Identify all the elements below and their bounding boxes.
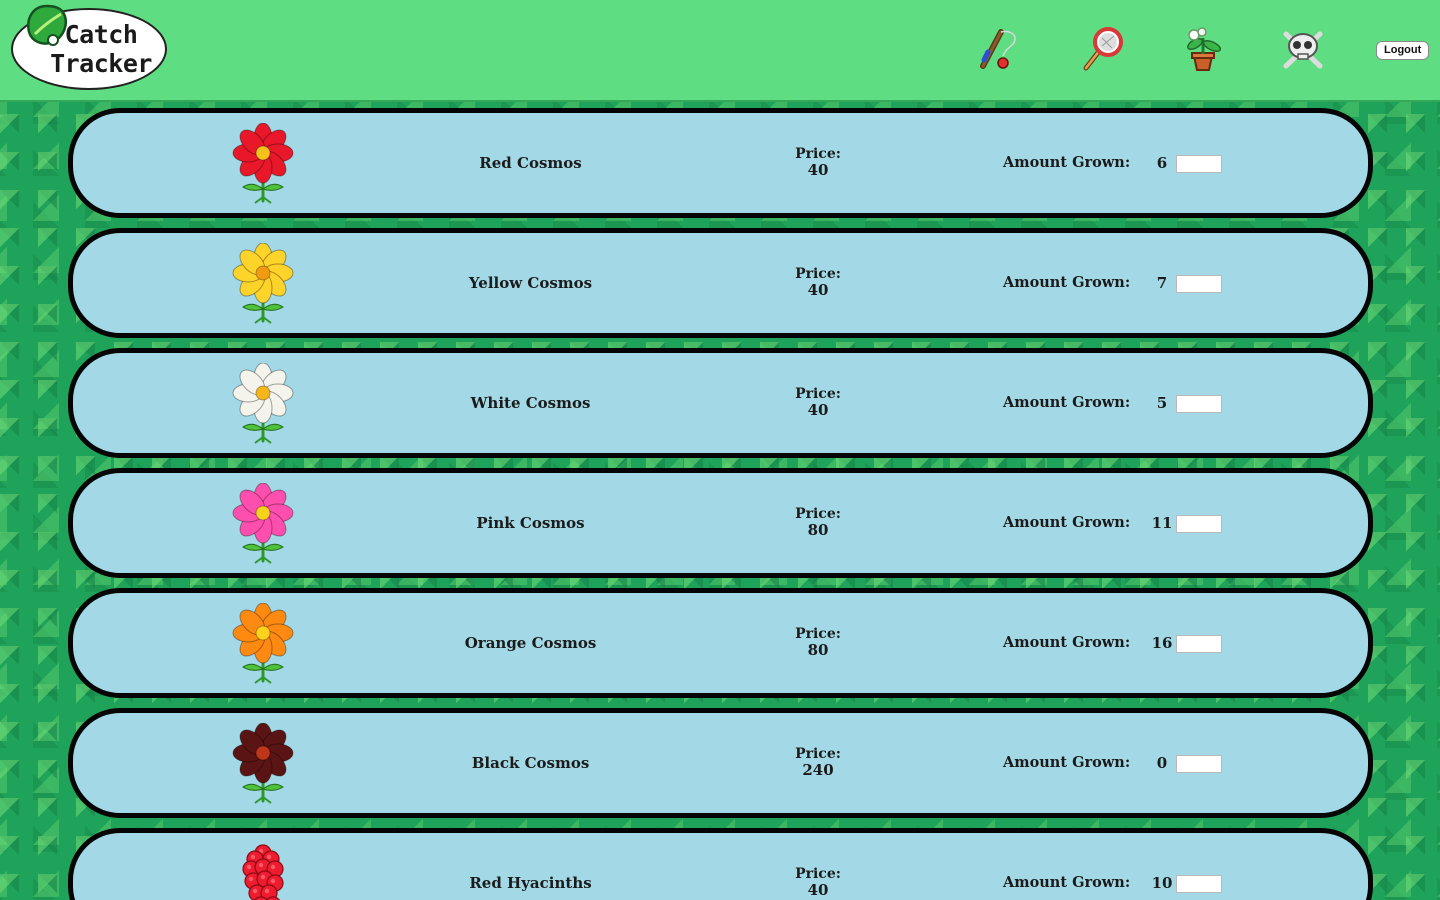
flower-name: Red Hyacinths — [469, 874, 592, 892]
price-label: Price: — [795, 746, 841, 762]
logo-line-2: Tracker — [50, 49, 152, 78]
flower-row: Yellow Cosmos Price: 40 Amount Grown: 7 — [68, 228, 1373, 338]
orange-cosmos-icon — [231, 602, 295, 685]
price-block: Price: 40 — [763, 866, 873, 898]
logo-line-1: Catch — [64, 20, 138, 49]
amount-grown-value: 16 — [1151, 634, 1173, 652]
amount-grown-input[interactable] — [1176, 515, 1222, 533]
flower-row: White Cosmos Price: 40 Amount Grown: 5 — [68, 348, 1373, 458]
red-hyacinth-icon — [231, 843, 295, 900]
amount-grown-value: 7 — [1156, 274, 1168, 292]
flower-name: Pink Cosmos — [476, 514, 585, 532]
price-label: Price: — [795, 506, 841, 522]
price-block: Price: 80 — [763, 506, 873, 538]
price-label: Price: — [795, 146, 841, 162]
pink-cosmos-icon — [231, 482, 295, 565]
amount-grown-label: Amount Grown: — [1003, 754, 1131, 771]
logout-button[interactable]: Logout — [1376, 41, 1430, 60]
price-label: Price: — [795, 386, 841, 402]
logo-text: Catch Tracker — [41, 20, 161, 78]
top-header: Catch Tracker Logout — [0, 0, 1440, 102]
amount-grown-label: Amount Grown: — [1003, 874, 1131, 891]
amount-grown-value: 11 — [1151, 514, 1173, 532]
potted-plant-icon[interactable] — [1180, 26, 1226, 72]
flower-name: White Cosmos — [470, 394, 591, 412]
amount-grown-input[interactable] — [1176, 635, 1222, 653]
amount-grown-input[interactable] — [1176, 395, 1222, 413]
red-cosmos-icon — [231, 122, 295, 205]
price-block: Price: 40 — [763, 146, 873, 178]
amount-grown-value: 0 — [1156, 754, 1168, 772]
price-block: Price: 40 — [763, 266, 873, 298]
price-value: 240 — [802, 761, 834, 779]
price-label: Price: — [795, 866, 841, 882]
catch-tracker-logo[interactable]: Catch Tracker — [11, 4, 167, 90]
price-block: Price: 40 — [763, 386, 873, 418]
amount-grown-input[interactable] — [1176, 755, 1222, 773]
amount-grown-label: Amount Grown: — [1003, 634, 1131, 651]
amount-grown-value: 6 — [1156, 154, 1168, 172]
amount-grown-input[interactable] — [1176, 275, 1222, 293]
amount-grown-value: 5 — [1156, 394, 1168, 412]
bug-net-icon[interactable] — [1080, 26, 1126, 72]
fossil-skull-icon[interactable] — [1280, 26, 1326, 72]
amount-grown-label: Amount Grown: — [1003, 394, 1131, 411]
price-label: Price: — [795, 266, 841, 282]
amount-grown-label: Amount Grown: — [1003, 274, 1131, 291]
price-block: Price: 80 — [763, 626, 873, 658]
fishing-rod-icon[interactable] — [979, 26, 1025, 72]
flower-name: Red Cosmos — [479, 154, 582, 172]
price-value: 80 — [807, 521, 829, 539]
amount-grown-input[interactable] — [1176, 875, 1222, 893]
flower-row: Red Cosmos Price: 40 Amount Grown: 6 — [68, 108, 1373, 218]
amount-grown-label: Amount Grown: — [1003, 154, 1131, 171]
white-cosmos-icon — [231, 362, 295, 445]
flower-name: Yellow Cosmos — [468, 274, 593, 292]
flower-row: Black Cosmos Price: 240 Amount Grown: 0 — [68, 708, 1373, 818]
black-cosmos-icon — [231, 722, 295, 805]
price-value: 40 — [807, 881, 829, 899]
amount-grown-input[interactable] — [1176, 155, 1222, 173]
flower-name: Black Cosmos — [471, 754, 590, 772]
price-value: 40 — [807, 401, 829, 419]
price-value: 40 — [807, 161, 829, 179]
price-block: Price: 240 — [763, 746, 873, 778]
yellow-cosmos-icon — [231, 242, 295, 325]
flower-row: Pink Cosmos Price: 80 Amount Grown: 11 — [68, 468, 1373, 578]
amount-grown-value: 10 — [1151, 874, 1173, 892]
price-label: Price: — [795, 626, 841, 642]
price-value: 40 — [807, 281, 829, 299]
flower-name: Orange Cosmos — [464, 634, 597, 652]
amount-grown-label: Amount Grown: — [1003, 514, 1131, 531]
flower-row: Orange Cosmos Price: 80 Amount Grown: 16 — [68, 588, 1373, 698]
flower-row: Red Hyacinths Price: 40 Amount Grown: 10 — [68, 828, 1373, 900]
price-value: 80 — [807, 641, 829, 659]
